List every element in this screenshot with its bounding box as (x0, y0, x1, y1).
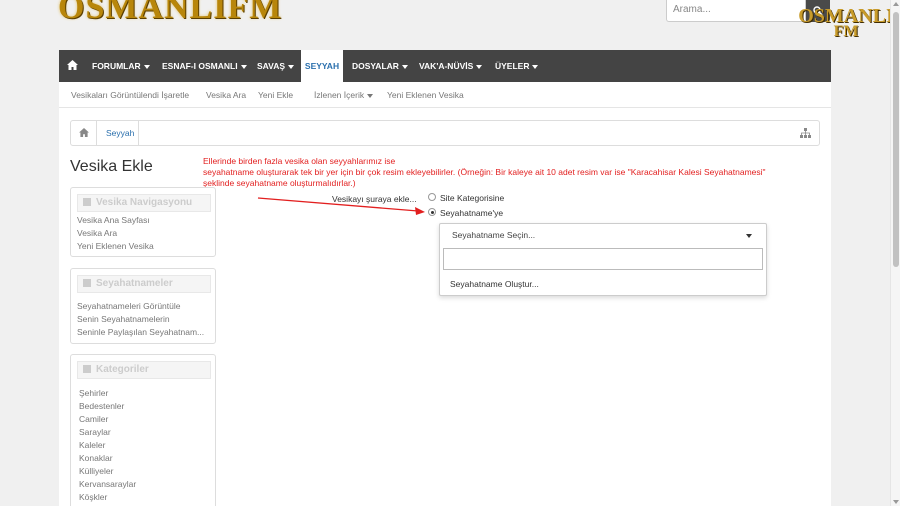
widget-link[interactable]: Seyahatnameleri Görüntüle (77, 301, 180, 311)
widget-categories-title: Kategoriler (77, 361, 211, 379)
widget-title: Kategoriler (96, 364, 149, 375)
scrollbar-thumb[interactable] (893, 12, 899, 267)
widget-title: Seyahatnameler (96, 278, 173, 289)
scroll-up-arrow[interactable] (893, 2, 899, 6)
category-link[interactable]: Şehirler (79, 388, 108, 398)
widget-link[interactable]: Vesika Ara (77, 228, 117, 238)
page-scrollbar[interactable] (890, 0, 900, 506)
scroll-down-arrow[interactable] (893, 500, 899, 504)
widget-navigation: Vesika Navigasyonu Vesika Ana Sayfası Ve… (70, 187, 216, 257)
widget-link[interactable]: Vesika Ana Sayfası (77, 215, 150, 225)
chevron-down-icon[interactable] (746, 234, 752, 238)
radio-site-category[interactable] (428, 193, 436, 201)
widget-travelogues: Seyahatnameler Seyahatnameleri Görüntüle… (70, 268, 216, 344)
category-link[interactable]: Kaleler (79, 440, 105, 450)
widget-link[interactable]: Senin Seyahatnamelerin (77, 314, 170, 324)
category-link[interactable]: Köşkler (79, 492, 107, 502)
widget-link[interactable]: Seninle Paylaşılan Seyahatnam... (77, 327, 204, 337)
radio-site-category-label[interactable]: Site Kategorisine (440, 193, 504, 203)
radio-travelogue-label[interactable]: Seyahatname'ye (440, 208, 503, 218)
travelogue-search-input[interactable] (443, 248, 763, 270)
category-link[interactable]: Camiler (79, 414, 108, 424)
category-link[interactable]: Saraylar (79, 427, 111, 437)
widget-categories: Kategoriler Şehirler Bedestenler Camiler… (70, 354, 216, 506)
destination-label: Vesikayı şuraya ekle... (332, 194, 417, 204)
category-link[interactable]: Kervansaraylar (79, 479, 136, 489)
list-icon (83, 279, 91, 288)
category-link[interactable]: Konaklar (79, 453, 113, 463)
travelogue-select[interactable]: Seyahatname Seçin... Seyahatname Oluştur… (439, 223, 767, 296)
radio-travelogue[interactable] (428, 208, 436, 216)
create-travelogue-option[interactable]: Seyahatname Oluştur... (450, 279, 539, 289)
widget-travelogues-title: Seyahatnameler (77, 275, 211, 293)
widget-navigation-title: Vesika Navigasyonu (77, 194, 211, 212)
travelogue-select-value[interactable]: Seyahatname Seçin... (452, 230, 535, 240)
category-link[interactable]: Külliyeler (79, 466, 114, 476)
widget-title: Vesika Navigasyonu (96, 197, 193, 208)
category-link[interactable]: Bedestenler (79, 401, 124, 411)
navigation-icon (83, 198, 91, 207)
widget-link[interactable]: Yeni Eklenen Vesika (77, 241, 154, 251)
folder-icon (83, 365, 91, 374)
